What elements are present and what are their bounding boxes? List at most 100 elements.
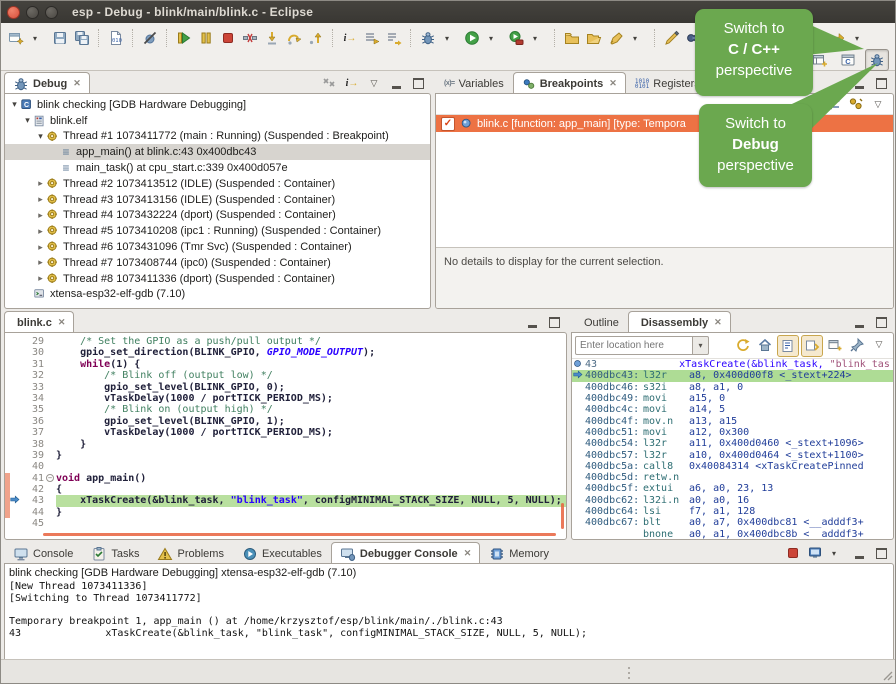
- debug-tree-item[interactable]: ≡app_main() at blink.c:43 0x400dbc43: [5, 144, 430, 160]
- code-line[interactable]: 41−void app_main(): [5, 473, 566, 484]
- breakpoint-gutter[interactable]: [10, 393, 22, 404]
- expand-arrow-icon[interactable]: ▸: [35, 226, 46, 237]
- tab-problems[interactable]: Problems: [148, 542, 232, 564]
- close-icon[interactable]: ✕: [58, 317, 66, 328]
- instruction-pointer-icon[interactable]: [10, 495, 22, 506]
- disassembly-row[interactable]: bnonea0, a1, 0x400dbc8b <__adddf3+: [572, 528, 893, 539]
- breakpoint-gutter[interactable]: [10, 461, 22, 472]
- code-line[interactable]: 33 gpio_set_level(BLINK_GPIO, 0);: [5, 382, 566, 393]
- debug-tree-item[interactable]: ≡main_task() at cpu_start.c:339 0x400d05…: [5, 160, 430, 176]
- sash-handle[interactable]: [628, 664, 631, 682]
- breakpoint-gutter[interactable]: [10, 416, 22, 427]
- disconnect-icon[interactable]: [240, 28, 260, 48]
- disassembly-row[interactable]: 400dbc5a:call80x40084314 <xTaskCreatePin…: [572, 461, 893, 472]
- dropdown-arrow[interactable]: ▾: [827, 543, 847, 563]
- skip-all-breakpoints-icon[interactable]: [140, 28, 160, 48]
- breakpoint-gutter[interactable]: [10, 370, 22, 381]
- location-input[interactable]: [575, 336, 693, 355]
- close-icon[interactable]: ✕: [73, 78, 81, 89]
- breakpoint-gutter[interactable]: [10, 427, 22, 438]
- step-over-icon[interactable]: [284, 28, 304, 48]
- collapse-arrow-icon[interactable]: ▾: [35, 131, 46, 142]
- breakpoint-gutter[interactable]: [10, 507, 22, 518]
- disassembly-listing[interactable]: 43 xTaskCreate(&blink_task, "blink_tas 40…: [572, 359, 893, 540]
- maximize-icon[interactable]: [408, 73, 428, 93]
- tab-memory[interactable]: Memory: [480, 542, 558, 564]
- remove-all-terminated-icon[interactable]: [320, 73, 340, 93]
- breakpoint-gutter[interactable]: [10, 518, 22, 529]
- line-number[interactable]: 44: [22, 507, 44, 518]
- sync-context-toggle-icon[interactable]: [801, 335, 823, 357]
- refresh-icon[interactable]: [733, 335, 753, 355]
- close-icon[interactable]: ✕: [714, 317, 722, 328]
- minimize-icon[interactable]: [522, 312, 542, 332]
- disassembly-row[interactable]: 400dbc46:s32ia8, a1, 0: [572, 382, 893, 393]
- terminate-icon[interactable]: [218, 28, 238, 48]
- code-line[interactable]: 39}: [5, 450, 566, 461]
- forward-icon[interactable]: [828, 28, 848, 48]
- debug-icon[interactable]: [418, 28, 438, 48]
- suspend-icon[interactable]: [196, 28, 216, 48]
- code-line[interactable]: 44}: [5, 507, 566, 518]
- line-number[interactable]: 40: [22, 461, 44, 472]
- link-with-debug-icon[interactable]: [824, 94, 844, 114]
- line-number[interactable]: 41: [22, 473, 44, 484]
- view-menu-icon[interactable]: ▽: [869, 335, 889, 355]
- close-button[interactable]: [7, 6, 20, 19]
- save-all-icon[interactable]: [72, 28, 92, 48]
- debug-tree-item[interactable]: ▸Thread #6 1073431096 (Tmr Svc) (Suspend…: [5, 239, 430, 255]
- debug-tree-item[interactable]: ▸Thread #5 1073410208 (ipc1 : Running) (…: [5, 223, 430, 239]
- resume-icon[interactable]: [174, 28, 194, 48]
- disassembly-source-row[interactable]: 43 xTaskCreate(&blink_task, "blink_tas: [572, 359, 893, 370]
- breakpoint-grouping-icon[interactable]: [846, 94, 866, 114]
- line-number[interactable]: 38: [22, 439, 44, 450]
- terminate-icon[interactable]: [783, 543, 803, 563]
- code-line[interactable]: 32 /* Blink off (output low) */: [5, 370, 566, 381]
- view-menu-icon[interactable]: ▽: [868, 94, 888, 114]
- expand-arrow-icon[interactable]: ▸: [35, 194, 46, 205]
- line-number[interactable]: 33: [22, 382, 44, 393]
- expand-arrow-icon[interactable]: ▸: [35, 273, 46, 284]
- open-element-icon[interactable]: [562, 28, 582, 48]
- step-into-icon[interactable]: [262, 28, 282, 48]
- line-number[interactable]: 34: [22, 393, 44, 404]
- disassembly-row[interactable]: 400dbc62:l32i.na0, a0, 16: [572, 495, 893, 506]
- breakpoint-row[interactable]: ✓blink.c [function: app_main] [type: Tem…: [436, 115, 893, 132]
- breakpoint-gutter[interactable]: [10, 404, 22, 415]
- tab-debug[interactable]: Debug✕: [4, 72, 90, 94]
- debug-tree-item[interactable]: ▾Cblink checking [GDB Hardware Debugging…: [5, 97, 430, 113]
- minimize-button[interactable]: [26, 6, 39, 19]
- debug-tree-item[interactable]: ▸Thread #2 1073413512 (IDLE) (Suspended …: [5, 176, 430, 192]
- tab-variables[interactable]: (x)=Variables: [435, 72, 513, 94]
- minimize-icon[interactable]: [849, 73, 869, 93]
- tab-blink-c[interactable]: blink.c✕: [4, 311, 74, 333]
- code-line[interactable]: 36 gpio_set_level(BLINK_GPIO, 1);: [5, 416, 566, 427]
- code-line[interactable]: 34 vTaskDelay(1000 / portTICK_PERIOD_MS)…: [5, 393, 566, 404]
- expand-arrow-icon[interactable]: ▸: [35, 242, 46, 253]
- horizontal-scrollbar[interactable]: [43, 533, 556, 536]
- line-number[interactable]: 42: [22, 484, 44, 495]
- new-view-icon[interactable]: [825, 335, 845, 355]
- code-line[interactable]: 45: [5, 518, 566, 529]
- maximize-icon[interactable]: [544, 312, 564, 332]
- code-editor[interactable]: 29 /* Set the GPIO as a push/pull output…: [5, 333, 566, 530]
- expand-arrow-icon[interactable]: ▸: [35, 210, 46, 221]
- breakpoint-gutter[interactable]: [10, 439, 22, 450]
- display-console-icon[interactable]: [805, 543, 825, 563]
- line-number[interactable]: 35: [22, 404, 44, 415]
- debug-tree[interactable]: ▾Cblink checking [GDB Hardware Debugging…: [5, 94, 430, 302]
- line-number[interactable]: 30: [22, 347, 44, 358]
- cpp-perspective-icon[interactable]: C: [837, 50, 859, 70]
- line-number[interactable]: 31: [22, 359, 44, 370]
- dropdown-arrow[interactable]: ▾: [28, 28, 48, 48]
- line-number[interactable]: 32: [22, 370, 44, 381]
- debug-tree-item[interactable]: xtensa-esp32-elf-gdb (7.10): [5, 287, 430, 303]
- tab-executables[interactable]: Executables: [233, 542, 331, 564]
- open-resource-icon[interactable]: [584, 28, 604, 48]
- show-debug-context-icon[interactable]: [362, 28, 382, 48]
- instruction-stepping-icon[interactable]: i→: [340, 28, 360, 48]
- disassembly-row[interactable]: 400dbc5f:extuia6, a0, 23, 13: [572, 483, 893, 494]
- breakpoint-gutter[interactable]: [10, 382, 22, 393]
- instruction-stepping-icon[interactable]: i→: [342, 73, 362, 93]
- breakpoint-checkbox[interactable]: ✓: [441, 117, 455, 131]
